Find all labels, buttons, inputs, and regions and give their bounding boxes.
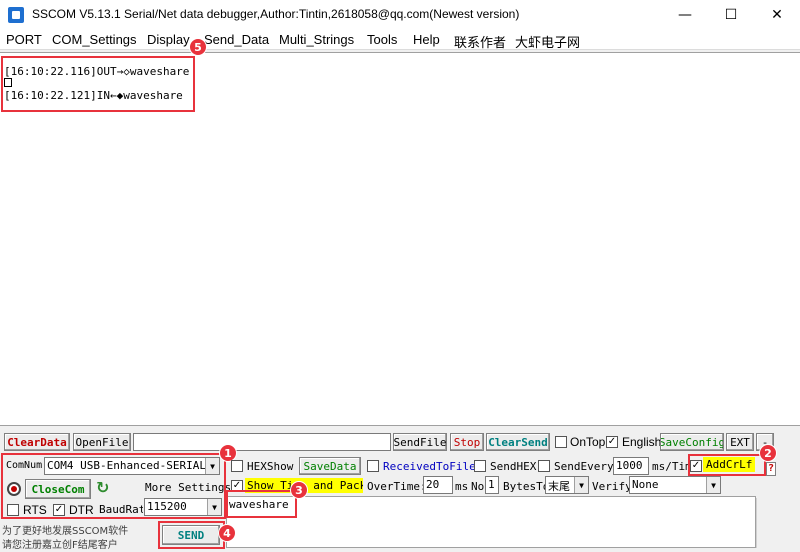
clear-data-button[interactable]: ClearData [4, 433, 70, 451]
send-every-input[interactable]: 1000 [613, 457, 649, 475]
help-icon[interactable]: ? [766, 462, 776, 476]
received-to-file-label: ReceivedToFile [383, 460, 476, 473]
send-every-label: SendEvery: [554, 460, 621, 473]
badge-5: 5 [189, 38, 207, 56]
close-button[interactable]: ✕ [754, 0, 800, 30]
send-hex-label: SendHEX [490, 460, 537, 473]
menu-contact-author[interactable]: 联系作者 [454, 32, 506, 51]
bytes-to-value: 末尾 [548, 480, 570, 493]
promo-line-1: 为了更好地发展SSCOM软件 [2, 526, 129, 537]
menu-display[interactable]: Display [147, 32, 190, 47]
english-label: English [622, 435, 662, 449]
menu-port[interactable]: PORT [6, 32, 42, 47]
highlight-addcrlf-box [688, 454, 766, 476]
send-every-checkbox[interactable] [538, 460, 550, 472]
ms-tim-label: ms/Tim [652, 460, 690, 473]
menu-bar: PORT COM_Settings Display Send_Data Mult… [0, 30, 800, 50]
hex-show-label: HEXShow [247, 460, 294, 473]
no-input[interactable]: 1 [485, 476, 499, 494]
bytes-to-label: BytesTo [503, 480, 550, 493]
english-checkbox[interactable]: ✓ [606, 436, 618, 448]
overtime-ms-label: ms [455, 480, 469, 493]
send-text-area[interactable]: waveshare [226, 496, 756, 548]
ontop-checkbox[interactable] [555, 436, 567, 448]
send-file-button[interactable]: SendFile [393, 433, 447, 451]
app-icon [8, 7, 24, 23]
send-hex-checkbox[interactable] [474, 460, 486, 472]
highlight-send-text-box [226, 490, 297, 518]
no-label: No [471, 480, 485, 493]
minimize-button[interactable]: — [662, 0, 708, 30]
highlight-receive-box [1, 56, 195, 112]
hex-show-checkbox[interactable] [231, 460, 243, 472]
highlight-port-box [1, 453, 226, 519]
overtime-input[interactable]: 20 [423, 476, 453, 494]
overtime-label: OverTime: [367, 480, 427, 493]
menu-com-settings[interactable]: COM_Settings [52, 32, 137, 47]
verify-select[interactable]: None ▼ [629, 476, 721, 494]
received-to-file-checkbox[interactable] [367, 460, 379, 472]
menu-tools[interactable]: Tools [367, 32, 397, 47]
maximize-button[interactable]: ☐ [708, 0, 754, 30]
menu-help[interactable]: Help [413, 32, 440, 47]
save-data-button[interactable]: SaveData [299, 457, 361, 475]
badge-4: 4 [218, 524, 236, 542]
highlight-send-button-box [158, 521, 225, 549]
menu-multi-strings[interactable]: Multi_Strings [279, 32, 354, 47]
verify-value: None [632, 478, 659, 491]
open-file-button[interactable]: OpenFile [73, 433, 131, 451]
window-title: SSCOM V5.13.1 Serial/Net data debugger,A… [32, 7, 520, 21]
menu-daxia-website[interactable]: 大虾电子网 [515, 32, 580, 51]
save-config-button[interactable]: SaveConfig [660, 433, 724, 451]
title-bar: SSCOM V5.13.1 Serial/Net data debugger,A… [0, 0, 800, 30]
badge-2: 2 [759, 444, 777, 462]
send-scrollbar[interactable] [756, 498, 772, 548]
clear-send-button[interactable]: ClearSend [486, 433, 550, 451]
ext-button[interactable]: EXT [726, 433, 754, 451]
stop-button[interactable]: Stop [450, 433, 484, 451]
file-path-input[interactable] [133, 433, 391, 451]
chevron-down-icon[interactable]: ▼ [574, 477, 588, 493]
badge-3: 3 [290, 481, 308, 499]
promo-line-2: 请您注册嘉立创F结尾客户 [2, 540, 118, 551]
menu-send-data[interactable]: Send_Data [204, 32, 269, 47]
verify-label: Verify [592, 480, 632, 493]
ontop-label: OnTop [570, 435, 606, 449]
chevron-down-icon[interactable]: ▼ [706, 477, 720, 493]
bytes-to-select[interactable]: 末尾 ▼ [545, 476, 589, 494]
